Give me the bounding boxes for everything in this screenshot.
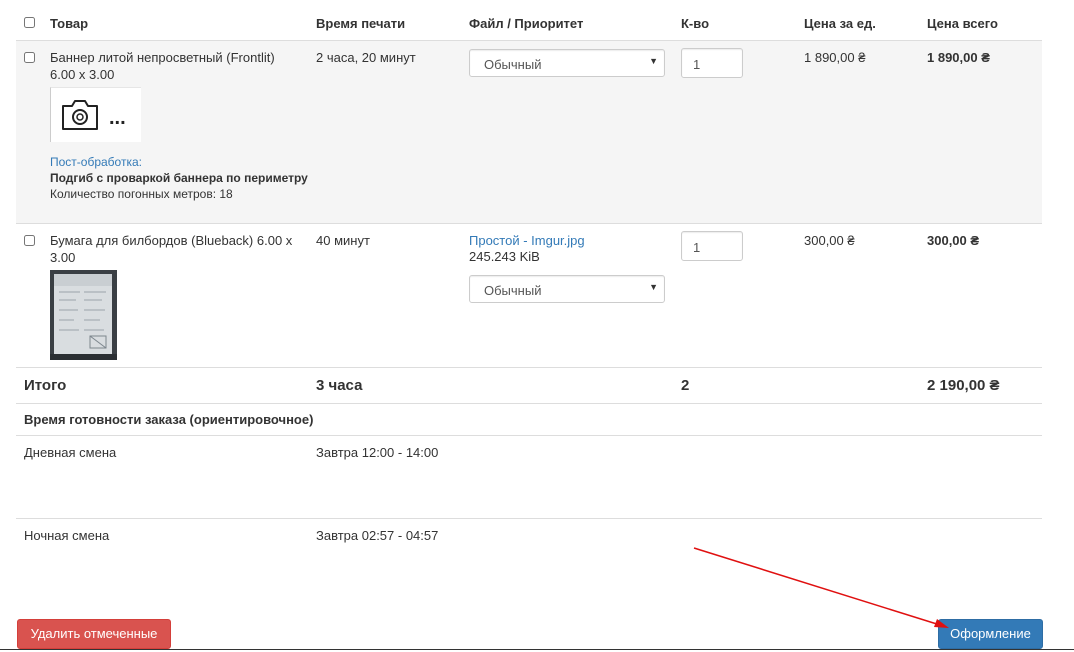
annotation-arrow-icon xyxy=(693,547,949,628)
